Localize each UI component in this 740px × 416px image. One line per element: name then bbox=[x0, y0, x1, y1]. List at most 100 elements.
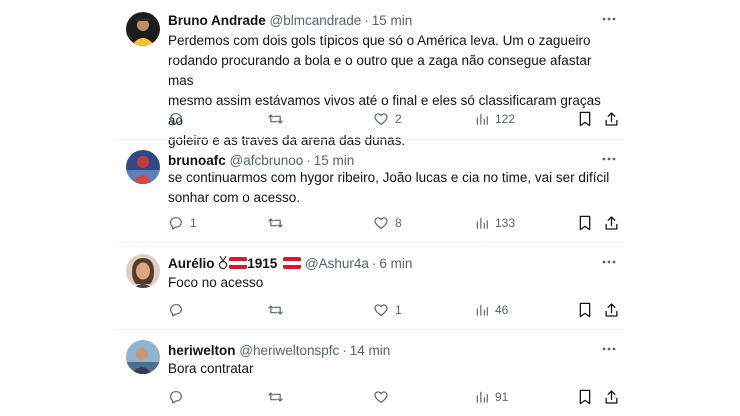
separator-dot: · bbox=[306, 153, 311, 168]
like-button[interactable]: 1 bbox=[373, 301, 402, 319]
avatar[interactable] bbox=[126, 254, 160, 288]
timestamp[interactable]: 6 min bbox=[379, 256, 412, 271]
user-handle[interactable]: @afcbrunoo bbox=[230, 153, 304, 168]
views-button[interactable]: 122 bbox=[475, 110, 515, 128]
bookmark-icon bbox=[579, 111, 591, 127]
retweet-button[interactable] bbox=[267, 388, 290, 406]
share-icon bbox=[605, 390, 618, 404]
views-button[interactable]: 91 bbox=[475, 388, 508, 406]
heart-icon bbox=[374, 113, 388, 125]
reply-icon bbox=[170, 113, 182, 126]
retweet-icon bbox=[268, 114, 283, 124]
tweet-text-line: Perdemos com dois gols típicos que só o … bbox=[168, 33, 591, 48]
tweet-text-line: rodando procurando a bola e o outro que … bbox=[168, 53, 592, 88]
user-handle[interactable]: @heriweltonspfc bbox=[239, 343, 339, 358]
bookmark-button[interactable] bbox=[578, 110, 592, 128]
more-icon[interactable] bbox=[601, 152, 617, 166]
views-count: 122 bbox=[495, 112, 516, 126]
share-button[interactable] bbox=[604, 388, 619, 406]
separator-dot: · bbox=[371, 256, 377, 271]
tweet[interactable]: brunoafc @afcbrunoo · 15 min se continuarm… bbox=[113, 150, 625, 240]
like-button[interactable]: 8 bbox=[373, 214, 402, 232]
like-button[interactable]: 2 bbox=[373, 110, 402, 128]
avatar[interactable] bbox=[126, 12, 160, 46]
share-button[interactable] bbox=[604, 110, 619, 128]
bookmark-icon bbox=[579, 215, 591, 231]
reply-button[interactable] bbox=[168, 110, 190, 128]
heart-icon bbox=[374, 304, 388, 316]
tweet-actions: 1 8 133 bbox=[168, 214, 618, 232]
views-count: 133 bbox=[495, 216, 516, 230]
tweet-text-line: goleiro e as traves da arena das dunas. bbox=[168, 133, 406, 148]
share-button[interactable] bbox=[604, 214, 619, 232]
tweet[interactable]: Aurélio 1915 @Ashur4a · 6 min Foco no aces… bbox=[113, 253, 625, 323]
retweet-icon bbox=[268, 305, 283, 315]
like-count: 2 bbox=[395, 112, 402, 126]
heart-icon bbox=[374, 391, 388, 403]
tweet-feed: Bruno Andrade @blmcandrade · 15 min Perdem… bbox=[113, 0, 625, 416]
tweet-text: Bora contratar bbox=[168, 359, 618, 379]
separator-dot: · bbox=[342, 343, 347, 358]
bookmark-button[interactable] bbox=[578, 388, 592, 406]
bookmark-button[interactable] bbox=[578, 301, 592, 319]
display-name[interactable]: Bruno Andrade bbox=[168, 13, 266, 28]
views-icon bbox=[476, 391, 488, 403]
avatar[interactable] bbox=[126, 340, 160, 374]
austria-flag-icon bbox=[283, 257, 302, 269]
bookmark-button[interactable] bbox=[578, 214, 592, 232]
views-button[interactable]: 133 bbox=[475, 214, 515, 232]
divider bbox=[113, 139, 625, 140]
more-icon[interactable] bbox=[601, 342, 617, 356]
avatar[interactable] bbox=[126, 150, 160, 184]
tweet[interactable]: heriwelton @heriweltonspfc · 14 min Bora c… bbox=[113, 340, 625, 416]
tweet[interactable]: Bruno Andrade @blmcandrade · 15 min Perdem… bbox=[113, 10, 625, 148]
timestamp[interactable]: 14 min bbox=[350, 343, 391, 358]
retweet-button[interactable] bbox=[267, 301, 290, 319]
like-count: 1 bbox=[395, 303, 402, 317]
tweet-text: Foco no acesso bbox=[168, 273, 618, 293]
austria-flag-icon bbox=[229, 257, 248, 269]
views-icon bbox=[476, 304, 488, 316]
tweet-text-line: se continuarmos com hygor ribeiro, João … bbox=[168, 170, 610, 185]
tweet-text-line: Foco no acesso bbox=[168, 275, 264, 290]
tweet-header: Aurélio 1915 @Ashur4a · 6 min bbox=[168, 255, 412, 273]
reply-count: 1 bbox=[190, 216, 197, 230]
share-icon bbox=[605, 303, 618, 317]
like-button[interactable] bbox=[373, 388, 395, 406]
reply-icon bbox=[170, 304, 182, 317]
reply-button[interactable] bbox=[168, 388, 190, 406]
timestamp[interactable]: 15 min bbox=[372, 13, 413, 28]
tweet-text-line: sonhar com o acesso. bbox=[168, 190, 301, 205]
retweet-icon bbox=[268, 392, 283, 402]
reply-button[interactable]: 1 bbox=[168, 214, 197, 232]
tweet-header: Bruno Andrade @blmcandrade · 15 min bbox=[168, 12, 412, 30]
divider bbox=[113, 329, 625, 330]
retweet-button[interactable] bbox=[267, 214, 290, 232]
tweet-header: heriwelton @heriweltonspfc · 14 min bbox=[168, 342, 390, 360]
reply-icon bbox=[170, 391, 182, 404]
more-icon[interactable] bbox=[601, 12, 617, 26]
share-button[interactable] bbox=[604, 301, 619, 319]
display-name-prefix[interactable]: Aurélio bbox=[168, 256, 215, 271]
display-name-suffix[interactable]: 1915 bbox=[247, 256, 277, 271]
display-name[interactable]: brunoafc bbox=[168, 153, 226, 168]
separator-dot: · bbox=[364, 13, 369, 28]
timestamp[interactable]: 15 min bbox=[314, 153, 355, 168]
heart-icon bbox=[374, 217, 388, 229]
views-icon bbox=[476, 113, 488, 125]
display-name[interactable]: heriwelton bbox=[168, 343, 236, 358]
tweet-actions: 2 122 bbox=[168, 110, 618, 128]
tweet-actions: 91 bbox=[168, 388, 618, 406]
user-handle[interactable]: @Ashur4a bbox=[305, 256, 369, 271]
like-count: 8 bbox=[395, 216, 402, 230]
bookmark-icon bbox=[579, 389, 591, 405]
retweet-button[interactable] bbox=[267, 110, 290, 128]
views-icon bbox=[476, 217, 488, 229]
user-handle[interactable]: @blmcandrade bbox=[270, 13, 362, 28]
tweet-text-line: Bora contratar bbox=[168, 361, 254, 376]
reply-button[interactable] bbox=[168, 301, 190, 319]
medal-emoji-icon bbox=[219, 256, 228, 270]
views-count: 46 bbox=[495, 303, 509, 317]
more-icon[interactable] bbox=[601, 255, 617, 269]
views-button[interactable]: 46 bbox=[475, 301, 508, 319]
